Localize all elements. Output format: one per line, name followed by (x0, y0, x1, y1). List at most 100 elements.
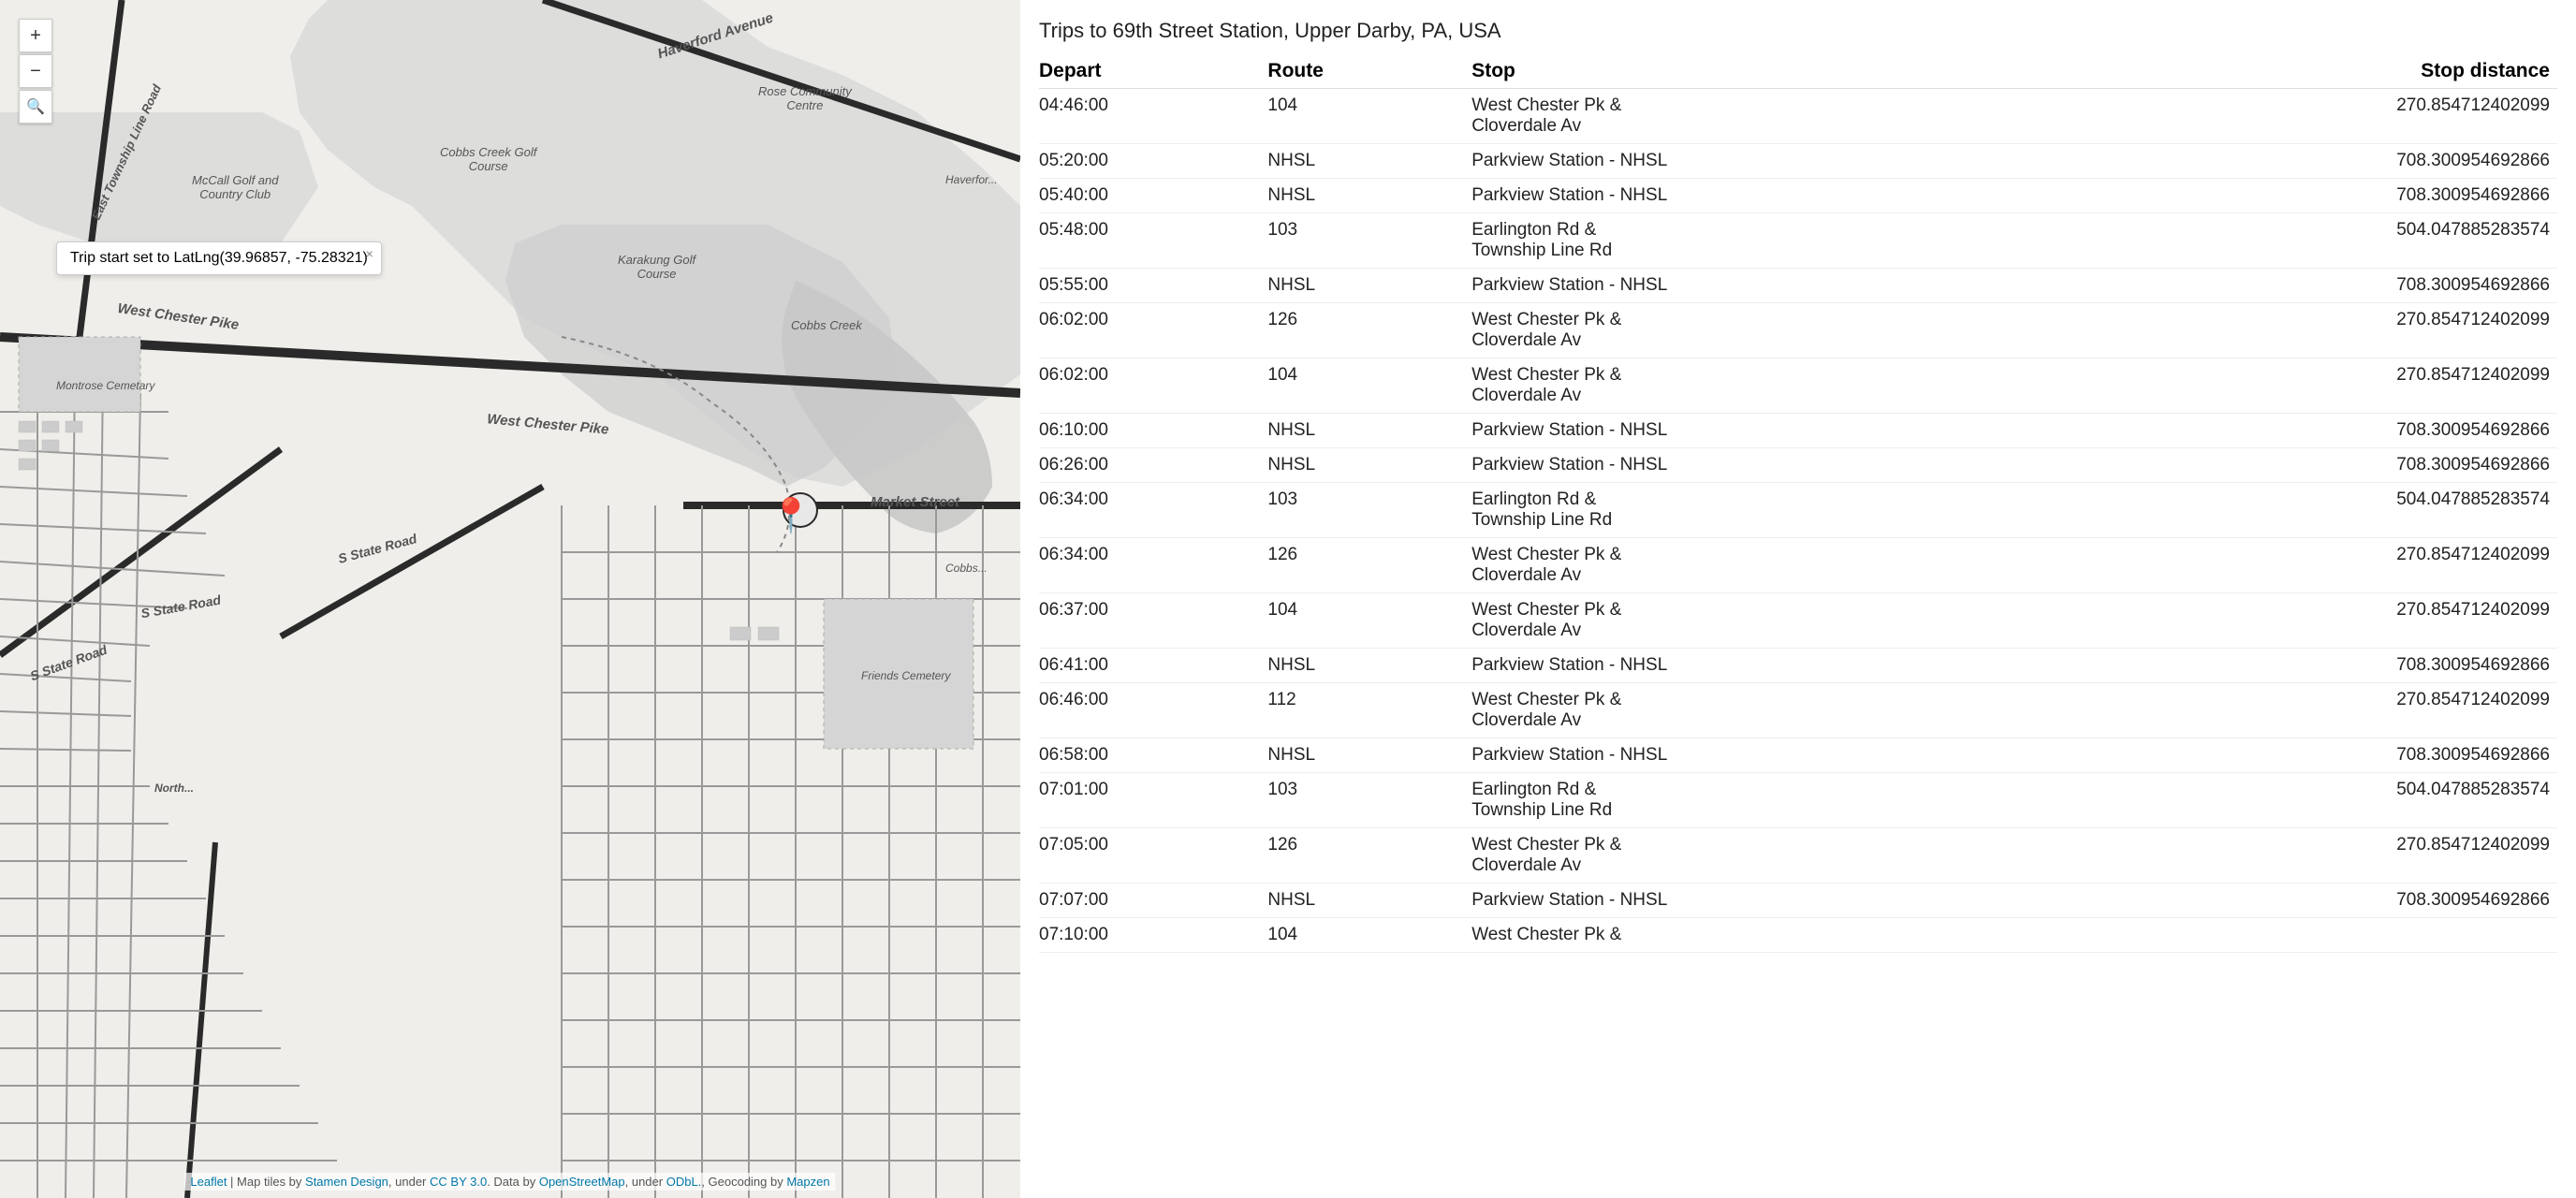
table-row: 06:02:00 126 West Chester Pk &Cloverdale… (1039, 303, 2557, 358)
odbl-link[interactable]: ODbL. (666, 1175, 702, 1189)
map-tooltip: Trip start set to LatLng(39.96857, -75.2… (56, 241, 382, 275)
table-row: 04:46:00 104 West Chester Pk &Cloverdale… (1039, 89, 2557, 144)
table-header-row: Depart Route Stop Stop distance (1039, 54, 2557, 89)
cell-stop: Parkview Station - NHSL (1464, 738, 2071, 773)
table-row: 06:10:00 NHSL Parkview Station - NHSL 70… (1039, 414, 2557, 448)
table-panel: Trips to 69th Street Station, Upper Darb… (1020, 0, 2576, 1198)
cell-stop: West Chester Pk &Cloverdale Av (1464, 89, 2071, 144)
cell-stop-distance: 708.300954692866 (2071, 649, 2557, 683)
cell-depart: 04:46:00 (1039, 89, 1260, 144)
table-row: 07:05:00 126 West Chester Pk &Cloverdale… (1039, 828, 2557, 884)
cell-route: NHSL (1260, 884, 1464, 918)
stamen-link[interactable]: Stamen Design (305, 1175, 388, 1189)
cell-depart: 06:37:00 (1039, 593, 1260, 649)
cell-stop: West Chester Pk &Cloverdale Av (1464, 683, 2071, 738)
cell-depart: 06:02:00 (1039, 303, 1260, 358)
cell-stop: Parkview Station - NHSL (1464, 179, 2071, 213)
table-row: 07:07:00 NHSL Parkview Station - NHSL 70… (1039, 884, 2557, 918)
cell-depart: 06:10:00 (1039, 414, 1260, 448)
cell-route: NHSL (1260, 649, 1464, 683)
table-row: 06:58:00 NHSL Parkview Station - NHSL 70… (1039, 738, 2557, 773)
cell-stop-distance: 270.854712402099 (2071, 303, 2557, 358)
col-stop-distance: Stop distance (2071, 54, 2557, 89)
leaflet-link[interactable]: Leaflet (190, 1175, 227, 1189)
map-controls: + − 🔍 (19, 19, 52, 124)
cell-route: 104 (1260, 358, 1464, 414)
cell-stop-distance: 504.047885283574 (2071, 773, 2557, 828)
table-row: 05:48:00 103 Earlington Rd &Township Lin… (1039, 213, 2557, 269)
map-container: + − 🔍 Haverford Avenue East Township Lin… (0, 0, 1020, 1198)
cell-route: 104 (1260, 918, 1464, 953)
cell-route: NHSL (1260, 738, 1464, 773)
cell-route: NHSL (1260, 144, 1464, 179)
table-row: 06:34:00 126 West Chester Pk &Cloverdale… (1039, 538, 2557, 593)
cell-route: 126 (1260, 303, 1464, 358)
cell-stop: Parkview Station - NHSL (1464, 448, 2071, 483)
zoom-in-button[interactable]: + (19, 19, 52, 52)
col-route: Route (1260, 54, 1464, 89)
cell-route: 112 (1260, 683, 1464, 738)
cell-depart: 05:48:00 (1039, 213, 1260, 269)
cell-stop: West Chester Pk &Cloverdale Av (1464, 303, 2071, 358)
cell-route: 103 (1260, 483, 1464, 538)
cell-depart: 06:34:00 (1039, 538, 1260, 593)
cell-stop: Parkview Station - NHSL (1464, 269, 2071, 303)
cell-depart: 07:05:00 (1039, 828, 1260, 884)
cell-stop-distance: 270.854712402099 (2071, 358, 2557, 414)
cell-depart: 06:02:00 (1039, 358, 1260, 414)
table-row: 06:26:00 NHSL Parkview Station - NHSL 70… (1039, 448, 2557, 483)
cell-depart: 05:20:00 (1039, 144, 1260, 179)
panel-title: Trips to 69th Street Station, Upper Darb… (1039, 9, 2557, 43)
cell-route: 126 (1260, 828, 1464, 884)
search-button[interactable]: 🔍 (19, 90, 52, 124)
cell-route: NHSL (1260, 269, 1464, 303)
cell-stop-distance: 708.300954692866 (2071, 738, 2557, 773)
col-stop: Stop (1464, 54, 2071, 89)
cell-stop: Earlington Rd &Township Line Rd (1464, 483, 2071, 538)
cell-stop: West Chester Pk &Cloverdale Av (1464, 593, 2071, 649)
cc-link[interactable]: CC BY 3.0 (430, 1175, 487, 1189)
cell-route: NHSL (1260, 448, 1464, 483)
cell-stop: West Chester Pk &Cloverdale Av (1464, 358, 2071, 414)
cell-route: 104 (1260, 593, 1464, 649)
cell-route: 104 (1260, 89, 1464, 144)
mapzen-link[interactable]: Mapzen (786, 1175, 829, 1189)
cell-stop: Earlington Rd &Township Line Rd (1464, 773, 2071, 828)
cell-stop-distance: 270.854712402099 (2071, 538, 2557, 593)
cell-depart: 05:55:00 (1039, 269, 1260, 303)
cell-stop: West Chester Pk &Cloverdale Av (1464, 828, 2071, 884)
cell-stop-distance: 708.300954692866 (2071, 144, 2557, 179)
cell-depart: 06:46:00 (1039, 683, 1260, 738)
table-row: 06:37:00 104 West Chester Pk &Cloverdale… (1039, 593, 2557, 649)
cell-stop-distance: 270.854712402099 (2071, 593, 2557, 649)
table-row: 07:10:00 104 West Chester Pk & (1039, 918, 2557, 953)
cell-stop: Parkview Station - NHSL (1464, 144, 2071, 179)
cell-stop: Parkview Station - NHSL (1464, 414, 2071, 448)
cell-stop-distance (2071, 918, 2557, 953)
cell-route: NHSL (1260, 179, 1464, 213)
map-pin: 📍 (770, 496, 812, 535)
table-row: 06:34:00 103 Earlington Rd &Township Lin… (1039, 483, 2557, 538)
cell-stop: West Chester Pk &Cloverdale Av (1464, 538, 2071, 593)
cell-depart: 06:26:00 (1039, 448, 1260, 483)
cell-stop-distance: 708.300954692866 (2071, 179, 2557, 213)
cell-depart: 06:34:00 (1039, 483, 1260, 538)
cell-depart: 07:10:00 (1039, 918, 1260, 953)
table-row: 05:20:00 NHSL Parkview Station - NHSL 70… (1039, 144, 2557, 179)
trips-table: Depart Route Stop Stop distance 04:46:00… (1039, 54, 2557, 953)
table-row: 07:01:00 103 Earlington Rd &Township Lin… (1039, 773, 2557, 828)
cell-route: 126 (1260, 538, 1464, 593)
cell-stop: Earlington Rd &Township Line Rd (1464, 213, 2071, 269)
cell-stop-distance: 504.047885283574 (2071, 483, 2557, 538)
table-row: 05:40:00 NHSL Parkview Station - NHSL 70… (1039, 179, 2557, 213)
cell-depart: 07:07:00 (1039, 884, 1260, 918)
table-body: 04:46:00 104 West Chester Pk &Cloverdale… (1039, 89, 2557, 953)
osm-link[interactable]: OpenStreetMap (539, 1175, 625, 1189)
cell-route: 103 (1260, 773, 1464, 828)
table-row: 06:02:00 104 West Chester Pk &Cloverdale… (1039, 358, 2557, 414)
zoom-out-button[interactable]: − (19, 54, 52, 88)
cell-stop-distance: 708.300954692866 (2071, 448, 2557, 483)
table-row: 06:46:00 112 West Chester Pk &Cloverdale… (1039, 683, 2557, 738)
cell-stop-distance: 708.300954692866 (2071, 884, 2557, 918)
cell-stop: West Chester Pk & (1464, 918, 2071, 953)
